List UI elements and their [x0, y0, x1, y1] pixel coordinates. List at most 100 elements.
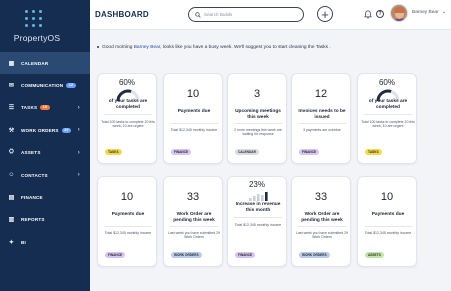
divider	[298, 123, 346, 124]
stat-label: Invoices needs to be issued	[298, 109, 346, 120]
tasks-icon: ☰	[8, 105, 15, 112]
revenue-bars	[249, 192, 268, 201]
stat-description: 2 more meetings this week are waiting fo…	[234, 128, 282, 137]
stat-description: Total $12,345 monthly income	[104, 231, 152, 235]
bulb-icon: ✦	[8, 239, 15, 246]
category-tag[interactable]: TASKS	[365, 149, 382, 155]
stat-value: 23%	[248, 180, 265, 189]
stat-card[interactable]: 60% of your tasks are completed Total 100 …	[97, 73, 157, 164]
stat-card[interactable]: 10 Payments due Total $12,345 monthly inco…	[97, 176, 157, 267]
category-tag[interactable]: ASSETS	[365, 252, 384, 258]
chevron-right-icon: ›	[77, 127, 80, 134]
stat-value: 60%	[118, 78, 135, 87]
category-tag[interactable]: FINANCE	[299, 149, 320, 155]
stat-label: Work Order are pending this week	[301, 212, 343, 223]
stat-description: Last week you have submitted 29 Work Ord…	[296, 231, 348, 240]
divider	[234, 123, 282, 124]
divider	[234, 217, 282, 218]
stat-card[interactable]: 60% of your tasks are completed Total 100 …	[357, 73, 417, 164]
stat-description: Last week you have submitted 29 Work Ord…	[168, 231, 220, 240]
sidebar-item-reports[interactable]: ▥ REPORTS	[0, 209, 90, 231]
stat-label: Work Order are pending this week	[173, 212, 215, 223]
divider	[170, 226, 218, 227]
stat-value: 60%	[378, 78, 395, 87]
sidebar-item-label: CONTACTS	[21, 172, 48, 178]
divider	[104, 226, 152, 227]
category-tag[interactable]: TASKS	[105, 149, 122, 155]
category-tag[interactable]: FINANCE	[235, 252, 256, 258]
chevron-right-icon: ›	[77, 149, 80, 156]
sidebar-item-work-orders[interactable]: ⚒ WORK ORDERS 20 ›	[0, 119, 90, 141]
stat-card[interactable]: 33 Work Order are pending this week Last w…	[291, 176, 351, 267]
top-bar: DASHBOARD Search Builds + ? Barney Bear …	[90, 0, 451, 30]
category-tag[interactable]: WORK ORDERS	[299, 252, 330, 258]
stat-label: of your tasks are completed	[108, 99, 148, 110]
finance-icon: ▤	[8, 195, 15, 202]
count-badge: 15	[40, 105, 50, 111]
user-name[interactable]: Barney Bear	[412, 10, 439, 15]
chat-icon: ✉	[8, 83, 15, 90]
sidebar-item-label: TASKS	[21, 105, 38, 111]
page-title: DASHBOARD	[95, 10, 149, 19]
sidebar-item-label: WORK ORDERS	[21, 127, 59, 133]
sidebar-item-contacts[interactable]: ☺ CONTACTS ›	[0, 164, 90, 186]
stat-label: Increase in revenue this month	[235, 202, 281, 213]
stat-card[interactable]: 10 Payments due Total $12,345 monthly inco…	[163, 73, 223, 164]
add-button[interactable]: +	[317, 6, 333, 22]
stat-card[interactable]: 12 Invoices needs to be issued 3 payments …	[291, 73, 351, 164]
stat-card[interactable]: 3 Upcoming meetings this week 2 more meeti…	[227, 73, 287, 164]
sidebar-item-label: BI	[21, 239, 26, 245]
sidebar-item-calendar[interactable]: ▦ CALENDAR	[0, 52, 90, 75]
stat-label: Upcoming meetings this week	[235, 109, 281, 120]
search-icon	[195, 11, 201, 18]
assets-icon: ⛭	[8, 149, 14, 156]
divider	[364, 114, 412, 115]
reports-icon: ▥	[8, 217, 15, 224]
divider	[104, 114, 152, 115]
category-tag[interactable]: CALENDAR	[235, 149, 259, 155]
stat-description: Total 100 tasks to complete 20 this week…	[361, 120, 415, 129]
stat-card[interactable]: 33 Work Order are pending this week Last w…	[163, 176, 223, 267]
chevron-down-icon[interactable]: ⌄	[442, 9, 446, 15]
contacts-icon: ☺	[8, 172, 15, 179]
chevron-right-icon: ›	[77, 104, 80, 111]
stat-description: Total $12,345 monthly income	[170, 128, 218, 132]
sidebar-nav: ▦ CALENDAR ✉ COMMUNICATION 12 ☰ TASKS 15 › ⚒ WORK …	[0, 52, 90, 254]
category-tag[interactable]: FINANCE	[105, 252, 126, 258]
sidebar-item-assets[interactable]: ⛭ ASSETS ›	[0, 142, 90, 164]
stat-label: of your tasks are completed	[368, 99, 408, 110]
stat-value: 10	[380, 191, 394, 203]
stat-value: 33	[314, 191, 328, 203]
sidebar: PropertyOS ▦ CALENDAR ✉ COMMUNICATION 12 ☰ TAS…	[0, 0, 90, 291]
count-badge: 20	[61, 127, 72, 133]
stat-value: 10	[120, 191, 134, 203]
sidebar-item-bi[interactable]: ✦ BI	[0, 231, 90, 253]
stat-description: Total $12,345 monthly income	[234, 223, 282, 227]
category-tag[interactable]: WORK ORDERS	[171, 252, 202, 258]
stat-value: 33	[186, 191, 200, 203]
category-tag[interactable]: FINANCE	[171, 149, 192, 155]
sidebar-item-finance[interactable]: ▤ FINANCE	[0, 186, 90, 208]
stat-description: Total 100 tasks to complete 20 this week…	[101, 120, 155, 129]
help-icon[interactable]: ?	[376, 10, 384, 18]
sidebar-item-label: FINANCE	[21, 195, 43, 201]
stat-label: Payments due	[111, 212, 145, 217]
stat-description: 3 payments are overdue	[303, 128, 341, 132]
greeting-suffix: , looks like you have a busy week. We'll…	[160, 45, 331, 50]
search-input[interactable]: Search Builds	[188, 7, 304, 22]
bell-icon[interactable]	[364, 10, 372, 19]
stat-card[interactable]: 23% Increase in revenue this month Total $…	[227, 176, 287, 267]
search-placeholder: Search Builds	[204, 12, 233, 17]
stat-description: Total $12,345 monthly income	[364, 231, 412, 235]
greeting-user-name: Barney Bear	[133, 45, 161, 50]
sidebar-item-communication[interactable]: ✉ COMMUNICATION 12	[0, 74, 90, 96]
avatar[interactable]	[390, 4, 408, 22]
calendar-icon: ▦	[8, 60, 15, 67]
chevron-right-icon: ›	[77, 172, 80, 179]
wrench-icon: ⚒	[8, 127, 15, 134]
sidebar-item-tasks[interactable]: ☰ TASKS 15 ›	[0, 97, 90, 119]
stat-value: 3	[253, 88, 261, 100]
stat-card[interactable]: 10 Payments due Total $12,345 monthly inco…	[357, 176, 417, 267]
app-name: PropertyOS	[13, 33, 61, 43]
stat-value: 10	[186, 88, 200, 100]
